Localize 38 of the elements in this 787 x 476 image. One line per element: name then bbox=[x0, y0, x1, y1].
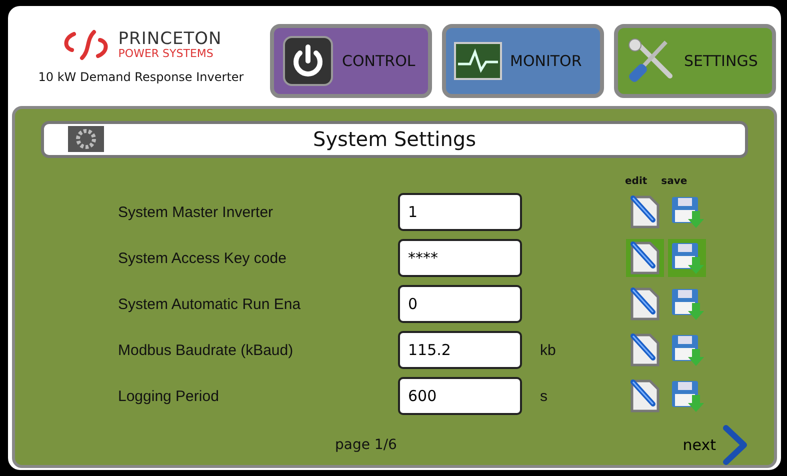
monitor-icon bbox=[454, 42, 502, 80]
pencil-page-icon bbox=[629, 195, 661, 229]
input-field[interactable]: 600 bbox=[398, 377, 522, 415]
unit-label: s bbox=[539, 388, 548, 404]
page-indicator: page 1/6 bbox=[335, 437, 397, 453]
input-field[interactable]: 0 bbox=[398, 285, 522, 323]
pencil-page-icon bbox=[629, 241, 661, 275]
edit-button[interactable] bbox=[626, 239, 664, 277]
chevron-right-icon bbox=[722, 425, 748, 465]
floppy-icon bbox=[670, 379, 704, 413]
floppy-icon bbox=[670, 287, 704, 321]
brand-name: PRINCETON bbox=[118, 30, 222, 48]
input-field[interactable]: **** bbox=[398, 239, 522, 277]
save-button[interactable] bbox=[668, 239, 706, 277]
input-field[interactable]: 1 bbox=[398, 193, 522, 231]
setting-label: System Master Inverter bbox=[117, 204, 274, 220]
setting-label: System Access Key code bbox=[117, 250, 288, 266]
pencil-page-icon bbox=[629, 379, 661, 413]
next-button[interactable]: next bbox=[682, 425, 748, 465]
brand-subtitle: POWER SYSTEMS bbox=[118, 48, 214, 60]
pencil-page-icon bbox=[629, 287, 661, 321]
page-title: System Settings bbox=[312, 127, 477, 152]
nav-tab[interactable]: MONITOR bbox=[442, 24, 604, 98]
product-name: 10 kW Demand Response Inverter bbox=[38, 70, 244, 84]
gear-icon bbox=[68, 126, 104, 152]
column-header: edit bbox=[625, 176, 648, 189]
unit-label: kb bbox=[539, 342, 557, 358]
floppy-icon bbox=[670, 241, 704, 275]
setting-label: Modbus Baudrate (kBaud) bbox=[117, 342, 294, 358]
nav-tab[interactable]: SETTINGS bbox=[614, 24, 776, 98]
column-header: save bbox=[661, 176, 688, 189]
setting-label: Logging Period bbox=[117, 388, 220, 404]
setting-label: System Automatic Run Ena bbox=[117, 296, 302, 312]
floppy-icon bbox=[670, 333, 704, 367]
pencil-page-icon bbox=[629, 333, 661, 367]
power-icon bbox=[282, 35, 334, 87]
input-field[interactable]: 115.2 bbox=[398, 331, 522, 369]
floppy-icon bbox=[670, 195, 704, 229]
